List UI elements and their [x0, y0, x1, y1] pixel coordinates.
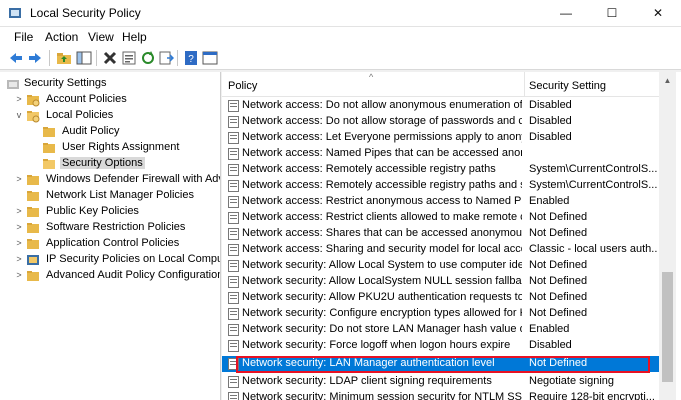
policy-item-icon [228, 340, 239, 352]
table-row[interactable]: Network security: Allow LocalSystem NULL… [222, 274, 659, 290]
ip-security-icon [27, 255, 39, 265]
policy-item-icon [228, 358, 239, 370]
collapse-chevron-icon[interactable]: v [14, 110, 24, 120]
security-settings-icon [7, 80, 19, 89]
policy-item-icon [228, 228, 239, 240]
up-folder-icon[interactable] [56, 50, 72, 66]
close-button[interactable]: ✕ [635, 0, 681, 26]
table-row[interactable]: Network access: Restrict anonymous acces… [222, 194, 659, 210]
table-row[interactable]: Network security: Minimum session securi… [222, 390, 659, 400]
vertical-scrollbar[interactable]: ▲ [659, 72, 676, 400]
folder-open-icon [27, 111, 40, 123]
column-divider[interactable] [524, 72, 525, 96]
svg-text:?: ? [188, 54, 194, 65]
expand-chevron-icon[interactable]: > [14, 174, 24, 184]
policy-item-icon [228, 276, 239, 288]
properties-icon[interactable] [121, 50, 137, 66]
sort-ascending-icon: ^ [369, 72, 374, 82]
policy-item-icon [228, 196, 239, 208]
policy-item-icon [228, 148, 239, 160]
toolbar: ? [0, 47, 681, 70]
table-row[interactable]: Network security: Allow PKU2U authentica… [222, 290, 659, 306]
table-row[interactable]: Network security: Allow Local System to … [222, 258, 659, 274]
tree-pane[interactable]: Security Settings > Account Policies v L… [0, 72, 221, 400]
table-row[interactable]: Network security: Configure encryption t… [222, 306, 659, 322]
expand-chevron-icon[interactable]: > [14, 222, 24, 232]
policy-item-icon [228, 180, 239, 192]
forward-arrow-icon[interactable] [27, 50, 43, 66]
local-security-policy-app-icon [9, 8, 21, 18]
policy-item-icon [228, 116, 239, 128]
expand-chevron-icon[interactable]: > [14, 270, 24, 280]
title-bar: Local Security Policy — ☐ ✕ [0, 0, 681, 27]
folder-icon [27, 223, 39, 233]
folder-icon [27, 207, 39, 217]
scroll-up-icon[interactable]: ▲ [659, 72, 676, 89]
policy-item-icon [228, 308, 239, 320]
policy-item-icon [228, 260, 239, 272]
expand-chevron-icon[interactable]: > [14, 254, 24, 264]
policy-item-icon [228, 292, 239, 304]
folder-icon [27, 191, 39, 201]
policy-item-icon [228, 164, 239, 176]
table-row[interactable]: Network access: Remotely accessible regi… [222, 162, 659, 178]
menu-file[interactable]: File [14, 30, 33, 44]
expand-chevron-icon[interactable]: > [14, 94, 24, 104]
policy-item-icon [228, 100, 239, 112]
policy-item-icon [228, 392, 239, 400]
toolbar-separator [49, 50, 50, 66]
toolbar-separator [96, 50, 97, 66]
folder-icon [27, 271, 39, 281]
menu-bar: File Action View Help [0, 27, 681, 47]
table-row[interactable]: Network security: LDAP client signing re… [222, 374, 659, 390]
menu-help[interactable]: Help [122, 30, 147, 44]
table-row[interactable]: Network access: Do not allow anonymous e… [222, 98, 659, 114]
menu-action[interactable]: Action [45, 30, 78, 44]
table-row-selected[interactable]: Network security: LAN Manager authentica… [222, 356, 659, 372]
maximize-button[interactable]: ☐ [589, 0, 635, 26]
policy-item-icon [228, 212, 239, 224]
table-row[interactable]: Network access: Do not allow storage of … [222, 114, 659, 130]
table-row[interactable]: Network access: Restrict clients allowed… [222, 210, 659, 226]
folder-icon [27, 239, 39, 249]
policy-item-icon [228, 132, 239, 144]
table-row[interactable]: Network access: Let Everyone permissions… [222, 130, 659, 146]
policy-item-icon [228, 324, 239, 336]
back-arrow-icon[interactable] [8, 50, 24, 66]
policy-list-pane[interactable]: ^ Policy Security Setting Network access… [222, 72, 681, 400]
policy-item-icon [228, 244, 239, 256]
minimize-button[interactable]: — [543, 0, 589, 26]
column-header-policy[interactable]: Policy [228, 80, 257, 92]
scrollbar-thumb[interactable] [662, 272, 673, 382]
expand-chevron-icon[interactable]: > [14, 238, 24, 248]
help-icon[interactable]: ? [183, 50, 199, 66]
delete-icon[interactable] [102, 50, 118, 66]
column-header-security-setting[interactable]: Security Setting [529, 80, 606, 92]
folder-icon [27, 95, 40, 107]
table-row[interactable]: Network access: Named Pipes that can be … [222, 146, 659, 162]
folder-icon [43, 127, 55, 137]
menu-view[interactable]: View [88, 30, 114, 44]
table-row[interactable]: Network access: Remotely accessible regi… [222, 178, 659, 194]
table-row[interactable]: Network access: Shares that can be acces… [222, 226, 659, 242]
table-row[interactable]: Network access: Sharing and security mod… [222, 242, 659, 258]
expand-chevron-icon[interactable]: > [14, 206, 24, 216]
list-header: ^ Policy Security Setting [222, 72, 659, 97]
table-row[interactable]: Network security: Do not store LAN Manag… [222, 322, 659, 338]
policy-item-icon [228, 376, 239, 388]
refresh-icon[interactable] [140, 50, 156, 66]
folder-icon [43, 143, 55, 153]
export-list-icon[interactable] [158, 50, 174, 66]
toolbar-separator [177, 50, 178, 66]
help-topics-icon[interactable] [202, 50, 218, 66]
folder-open-icon [43, 159, 55, 169]
folder-icon [27, 175, 39, 185]
window-title: Local Security Policy [30, 6, 141, 20]
show-hide-tree-icon[interactable] [76, 50, 92, 66]
table-row[interactable]: Network security: Force logoff when logo… [222, 338, 659, 354]
